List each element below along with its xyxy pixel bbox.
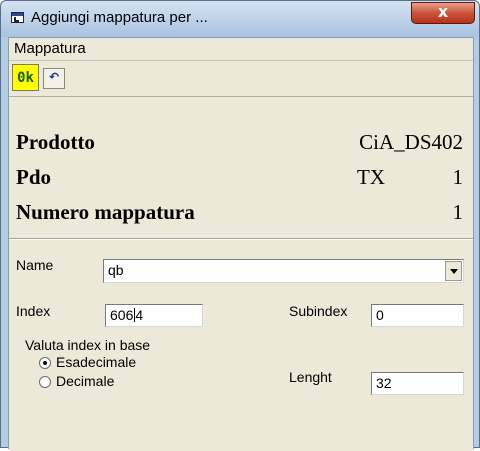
radio-esadecimale-label[interactable]: Esadecimale (56, 354, 136, 370)
subindex-value: 0 (376, 307, 384, 323)
index-value-start: 606 (110, 307, 134, 323)
subindex-input[interactable]: 0 (371, 304, 464, 327)
toolbar: 0k ↶ (9, 61, 473, 95)
prodotto-label: Prodotto (16, 130, 95, 154)
undo-icon: ↶ (48, 70, 60, 84)
pdo-label: Pdo (16, 165, 52, 189)
numero-mappatura-label: Numero mappatura (16, 200, 195, 224)
subindex-label: Subindex (289, 303, 348, 319)
radio-decimale-label[interactable]: Decimale (56, 373, 114, 389)
section-divider (9, 238, 473, 240)
window-title: Aggiungi mappatura per ... (31, 9, 208, 26)
close-icon: x (437, 2, 449, 21)
numero-mappatura-value: 1 (452, 200, 464, 224)
pdo-number: 1 (452, 165, 464, 189)
app-window-icon (11, 12, 24, 23)
name-label: Name (16, 257, 54, 273)
length-label: Lenght (289, 369, 332, 385)
title-bar[interactable]: Aggiungi mappatura per ... x (1, 1, 479, 37)
radio-esadecimale[interactable] (39, 357, 51, 369)
length-input[interactable]: 32 (371, 372, 464, 395)
index-value-end: 4 (135, 307, 144, 323)
dialog-client-area: Mappatura 0k ↶ Prodotto CiA_DS402 Pdo TX… (8, 37, 474, 451)
index-label: Index (16, 303, 51, 319)
undo-button[interactable]: ↶ (43, 68, 65, 89)
mapping-panel: Prodotto CiA_DS402 Pdo TX 1 Numero mappa… (9, 96, 473, 451)
pdo-type: TX (357, 165, 385, 189)
index-input[interactable]: 606 4 (105, 304, 203, 327)
menu-bar: Mappatura (9, 38, 473, 61)
menu-item-mappatura[interactable]: Mappatura (14, 40, 86, 57)
dialog-window: Aggiungi mappatura per ... x Mappatura 0… (0, 0, 480, 451)
radio-decimale[interactable] (39, 376, 51, 388)
base-group-label: Valuta index in base (25, 337, 151, 353)
name-combobox[interactable]: qb (103, 259, 464, 283)
prodotto-value: CiA_DS402 (359, 130, 463, 154)
chevron-down-icon[interactable] (445, 261, 462, 281)
length-value: 32 (376, 375, 392, 391)
close-button[interactable]: x (411, 2, 475, 24)
name-value: qb (108, 262, 124, 278)
ok-label: 0k (17, 70, 34, 86)
ok-button[interactable]: 0k (12, 64, 39, 91)
